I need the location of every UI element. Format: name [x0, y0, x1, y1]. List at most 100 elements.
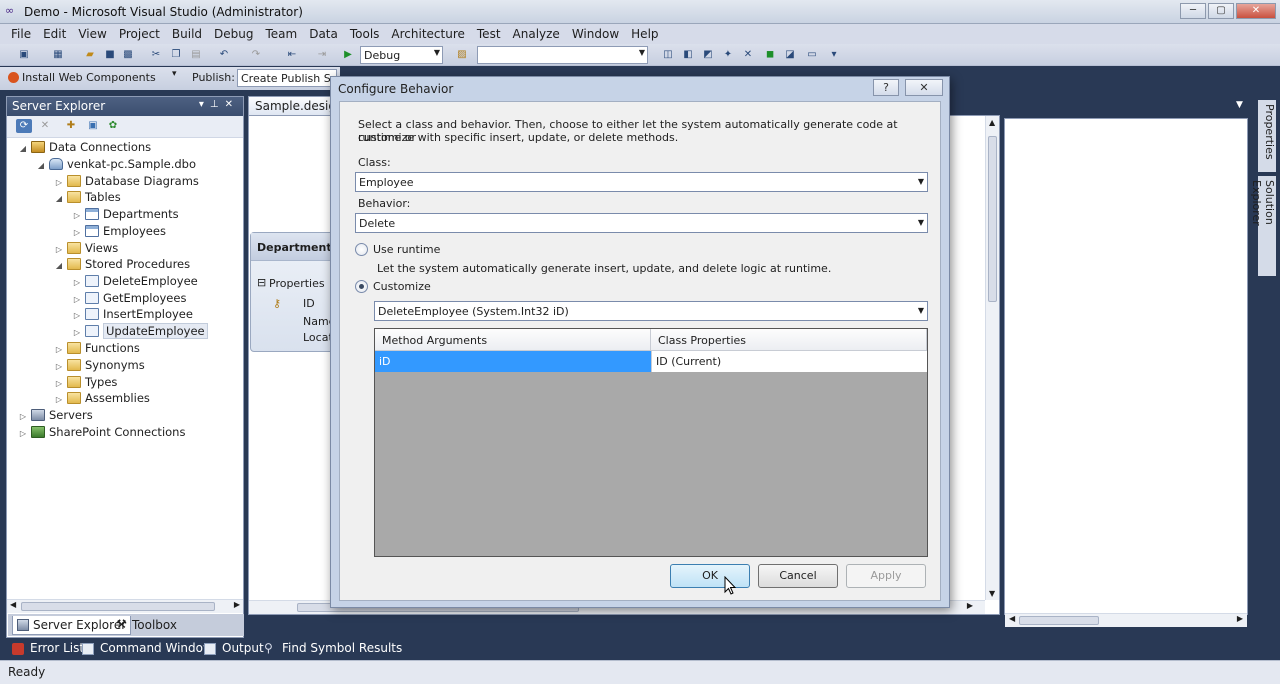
- method-select[interactable]: DeleteEmployee (System.Int32 iD) ▼: [374, 301, 928, 321]
- extension-manager-icon[interactable]: ◼: [762, 48, 778, 62]
- object-browser-icon[interactable]: ◩: [700, 48, 716, 62]
- scroll-thumb[interactable]: [21, 602, 215, 611]
- collapse-icon[interactable]: ⊟: [257, 276, 266, 289]
- tab-solution-explorer[interactable]: Solution Explorer: [1250, 176, 1276, 276]
- tree-node-data-connections[interactable]: ◢ Data Connections: [17, 140, 151, 157]
- menu-debug[interactable]: Debug: [208, 24, 259, 44]
- grid-header-class-properties[interactable]: Class Properties: [651, 329, 927, 351]
- save-icon[interactable]: ■: [102, 48, 118, 62]
- entity-property[interactable]: ID: [303, 297, 315, 310]
- collapsed-icon[interactable]: ▷: [71, 328, 83, 337]
- toolbar-options-icon[interactable]: ▾: [826, 48, 842, 62]
- close-icon[interactable]: ✕: [225, 99, 239, 110]
- menu-analyze[interactable]: Analyze: [507, 24, 566, 44]
- redo-icon[interactable]: ↷: [248, 48, 264, 62]
- toolbox-icon[interactable]: ✦: [720, 48, 736, 62]
- apply-button[interactable]: Apply: [846, 564, 926, 588]
- scroll-up-icon[interactable]: ▲: [989, 118, 995, 127]
- save-all-icon[interactable]: ▩: [120, 48, 136, 62]
- expanded-icon[interactable]: ◢: [17, 144, 29, 153]
- method-arguments-grid[interactable]: Method Arguments Class Properties iD ID …: [374, 328, 928, 557]
- use-runtime-label[interactable]: Use runtime: [373, 243, 440, 256]
- document-list-icon[interactable]: ▼: [1236, 100, 1243, 110]
- pin-icon[interactable]: ⊥: [210, 99, 225, 110]
- paste-icon[interactable]: ▤: [188, 48, 204, 62]
- start-page-icon[interactable]: ◪: [782, 48, 798, 62]
- tab-properties[interactable]: Properties: [1258, 100, 1276, 172]
- copy-icon[interactable]: ❐: [168, 48, 184, 62]
- tab-command-window[interactable]: Command Window: [82, 641, 213, 655]
- use-runtime-radio[interactable]: [355, 243, 368, 256]
- collapsed-icon[interactable]: ▷: [71, 211, 83, 220]
- dialog-help-button[interactable]: ?: [873, 79, 899, 96]
- ok-button[interactable]: OK: [670, 564, 750, 588]
- windows-icon[interactable]: ▭: [804, 48, 820, 62]
- tree-node-views[interactable]: ▷ Views: [53, 241, 118, 258]
- expanded-icon[interactable]: ◢: [35, 161, 47, 170]
- menu-architecture[interactable]: Architecture: [385, 24, 470, 44]
- scroll-left-icon[interactable]: ◀: [1009, 614, 1015, 623]
- menu-view[interactable]: View: [72, 24, 112, 44]
- close-button[interactable]: ✕: [1236, 3, 1276, 19]
- install-web-components-button[interactable]: Install Web Components: [8, 71, 156, 84]
- tree-node-functions[interactable]: ▷ Functions: [53, 341, 140, 358]
- menu-build[interactable]: Build: [166, 24, 208, 44]
- collapsed-icon[interactable]: ▷: [53, 395, 65, 404]
- class-select[interactable]: Employee ▼: [355, 172, 928, 192]
- connect-database-icon[interactable]: ✚: [63, 119, 79, 133]
- dropdown-icon[interactable]: ▾: [199, 99, 210, 110]
- cut-icon[interactable]: ✂: [148, 48, 164, 62]
- minimize-button[interactable]: ─: [1180, 3, 1206, 19]
- collapsed-icon[interactable]: ▷: [71, 295, 83, 304]
- toolbar-overflow-icon[interactable]: ▾: [172, 69, 177, 79]
- right-pane-hscroll[interactable]: ◀ ▶: [1005, 613, 1247, 627]
- grid-cell-argument[interactable]: iD: [375, 351, 651, 372]
- collapsed-icon[interactable]: ▷: [53, 362, 65, 371]
- maximize-button[interactable]: ▢: [1208, 3, 1234, 19]
- start-debugging-icon[interactable]: ▶: [340, 48, 356, 62]
- stop-icon[interactable]: ✕: [37, 119, 53, 133]
- new-project-icon[interactable]: ▣: [16, 48, 32, 62]
- tree-node-delete-employee[interactable]: ▷ DeleteEmployee: [71, 274, 198, 291]
- properties-icon[interactable]: ◧: [680, 48, 696, 62]
- collapsed-icon[interactable]: ▷: [53, 245, 65, 254]
- collapsed-icon[interactable]: ▷: [53, 379, 65, 388]
- tab-toolbox[interactable]: ⚒ Toolbox: [112, 616, 181, 635]
- solution-explorer-icon[interactable]: ◫: [660, 48, 676, 62]
- tree-node-tables[interactable]: ◢ Tables: [53, 190, 121, 207]
- tree-node-servers[interactable]: ▷ Servers: [17, 408, 93, 425]
- collapsed-icon[interactable]: ▷: [17, 412, 29, 421]
- tree-node-connection[interactable]: ◢ venkat-pc.Sample.dbo: [35, 157, 196, 174]
- tree-node-types[interactable]: ▷ Types: [53, 375, 117, 392]
- undo-icon[interactable]: ↶: [216, 48, 232, 62]
- expanded-icon[interactable]: ◢: [53, 261, 65, 270]
- server-explorer-hscroll[interactable]: ◀ ▶: [7, 599, 243, 613]
- designer-vscroll[interactable]: ▲ ▼: [985, 116, 999, 600]
- tree-node-insert-employee[interactable]: ▷ InsertEmployee: [71, 307, 193, 324]
- menu-project[interactable]: Project: [113, 24, 166, 44]
- tree-node-sharepoint[interactable]: ▷ SharePoint Connections: [17, 425, 186, 442]
- tree-node-stored-procedures[interactable]: ◢ Stored Procedures: [53, 257, 190, 274]
- scroll-right-icon[interactable]: ▶: [234, 600, 240, 609]
- tree-node-departments[interactable]: ▷ Departments: [71, 207, 179, 224]
- right-document-pane[interactable]: ◀ ▶: [1004, 118, 1248, 627]
- tab-output[interactable]: Output: [204, 641, 264, 655]
- collapsed-icon[interactable]: ▷: [71, 278, 83, 287]
- tree-node-update-employee[interactable]: ▷ UpdateEmployee: [71, 323, 208, 341]
- collapsed-icon[interactable]: ▷: [53, 178, 65, 187]
- publish-profile-select[interactable]: Create Publish Sett: [237, 69, 337, 87]
- connect-sharepoint-icon[interactable]: ✿: [105, 119, 121, 133]
- menu-window[interactable]: Window: [566, 24, 625, 44]
- tree-node-employees[interactable]: ▷ Employees: [71, 224, 166, 241]
- tab-find-symbol-results[interactable]: ⚲ Find Symbol Results: [264, 641, 402, 655]
- dialog-close-button[interactable]: ✕: [905, 79, 943, 96]
- grid-cell-property[interactable]: ID (Current): [651, 351, 927, 372]
- menu-test[interactable]: Test: [471, 24, 507, 44]
- find-combo[interactable]: ▼: [477, 46, 648, 64]
- customize-label[interactable]: Customize: [373, 280, 431, 293]
- navigate-forward-icon[interactable]: ⇥: [314, 48, 330, 62]
- menu-edit[interactable]: Edit: [37, 24, 72, 44]
- cancel-button[interactable]: Cancel: [758, 564, 838, 588]
- entity-department[interactable]: Department ⊟ Properties ⚷ ID Name Locat: [250, 232, 335, 352]
- open-file-icon[interactable]: ▰: [82, 48, 98, 62]
